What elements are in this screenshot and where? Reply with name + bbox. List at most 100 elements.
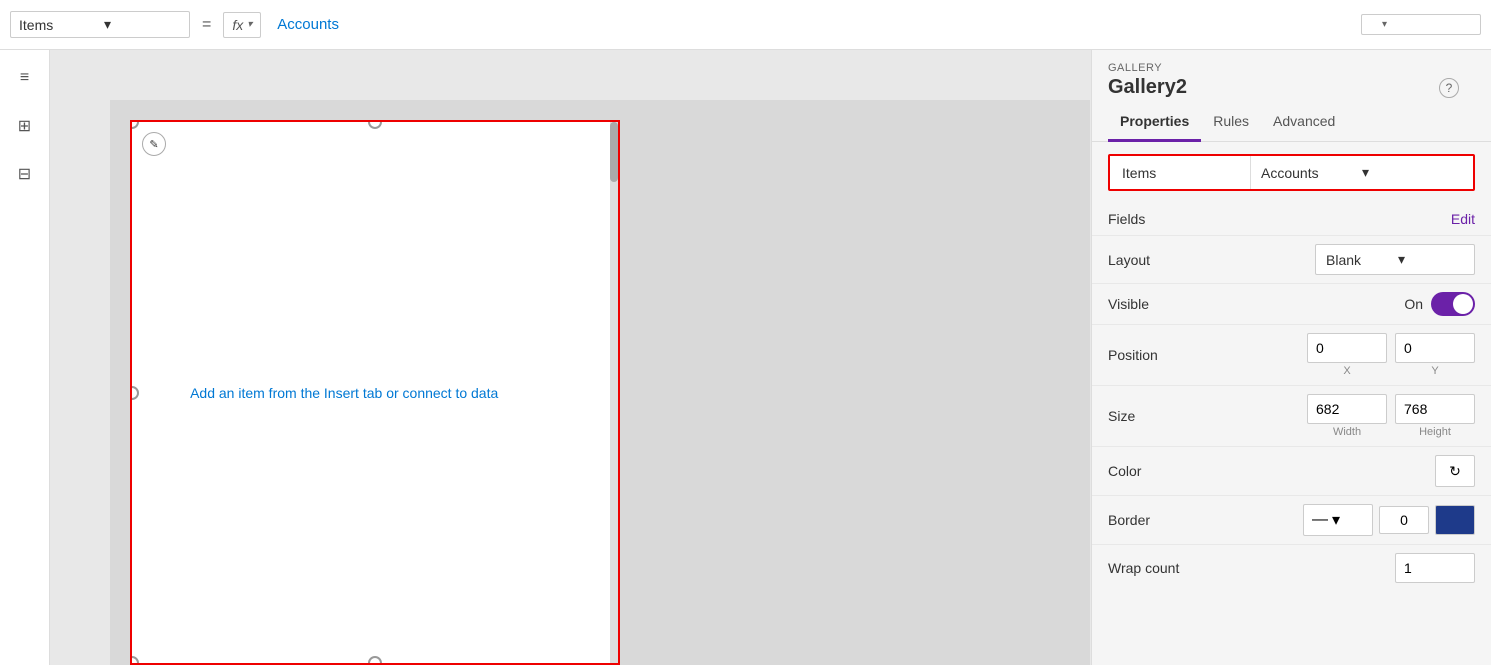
canvas-inner: ✎ Add an item from the Insert tab or con… [110,100,1090,665]
handle-bottom-center[interactable] [368,656,382,665]
grid-icon: ⊟ [18,164,31,184]
layout-label: Layout [1108,252,1248,268]
position-label: Position [1108,347,1248,363]
position-y-input[interactable] [1395,333,1475,363]
wrap-count-input[interactable] [1395,553,1475,583]
visible-row: Visible On [1092,284,1491,325]
position-y-group: Y [1395,333,1475,377]
layout-value: Blank [1326,252,1392,268]
size-label: Size [1108,408,1248,424]
fx-chevron-icon: ▾ [247,19,252,30]
panel-title: Gallery2 [1108,76,1187,99]
handle-top-left[interactable] [130,120,139,129]
items-row-label: Items [1110,157,1250,189]
tab-advanced[interactable]: Advanced [1261,103,1347,142]
layout-dropdown[interactable]: Blank ▾ [1315,244,1475,275]
position-inputs: X Y [1307,333,1475,377]
gallery-scrollbar-thumb[interactable] [610,122,618,182]
border-label: Border [1108,512,1248,528]
sidebar-icon-grid[interactable]: ⊟ [9,158,41,190]
color-label: Color [1108,463,1248,479]
items-value-label: Accounts [1261,165,1362,181]
sidebar-icon-hamburger[interactable]: ≡ [9,62,41,94]
visible-control: On [1248,292,1475,316]
layout-control: Blank ▾ [1248,244,1475,275]
right-dropdown[interactable]: ▾ [1361,14,1481,35]
items-value-dropdown[interactable]: Accounts ▾ [1250,156,1473,189]
top-bar-right: ▾ [1361,14,1481,35]
tab-rules[interactable]: Rules [1201,103,1261,142]
size-height-group: Height [1395,394,1475,438]
wrap-count-control [1248,553,1475,583]
gallery-scrollbar[interactable] [610,122,618,663]
gallery-empty-text: Add an item from the Insert tab or conne… [190,385,498,401]
panel-tabs: Properties Rules Advanced [1092,103,1491,142]
fx-label: fx [232,17,243,33]
border-width-input[interactable] [1379,506,1429,534]
size-control: Width Height [1248,394,1475,438]
right-panel: GALLERY Gallery2 ? Properties Rules Adva… [1091,50,1491,665]
top-bar: Items ▾ = fx ▾ Accounts ▾ [0,0,1491,50]
fx-button[interactable]: fx ▾ [223,12,261,38]
color-icon: ↻ [1449,463,1461,480]
canvas-area: ✎ Add an item from the Insert tab or con… [50,50,1091,665]
size-inputs: Width Height [1307,394,1475,438]
layout-row: Layout Blank ▾ [1092,236,1491,284]
border-row: Border — ▾ [1092,496,1491,545]
handle-middle-left[interactable] [130,386,139,400]
fields-label: Fields [1108,211,1451,227]
layout-chevron-icon: ▾ [1398,251,1464,268]
items-row: Items Accounts ▾ [1108,154,1475,191]
border-line-style: — [1312,511,1328,529]
sidebar-icon-layers[interactable]: ⊞ [9,110,41,142]
position-row: Position X Y [1092,325,1491,386]
items-dropdown-chevron: ▾ [1362,164,1463,181]
size-height-input[interactable] [1395,394,1475,424]
handle-bottom-left[interactable] [130,656,139,665]
right-dropdown-chevron: ▾ [1382,19,1387,30]
visible-toggle[interactable] [1431,292,1475,316]
panel-header-row: GALLERY Gallery2 ? [1108,62,1475,99]
handle-top-center[interactable] [368,120,382,129]
position-x-input[interactable] [1307,333,1387,363]
left-sidebar: ≡ ⊞ ⊟ [0,50,50,665]
position-control: X Y [1248,333,1475,377]
hamburger-icon: ≡ [20,69,29,87]
size-row: Size Width Height [1092,386,1491,447]
width-label: Width [1333,426,1361,438]
help-icon[interactable]: ? [1439,78,1459,98]
main-content: ≡ ⊞ ⊟ ✎ Add an it [0,50,1491,665]
fields-row: Fields Edit [1092,203,1491,236]
x-label: X [1343,365,1350,377]
items-dropdown-label: Items [19,17,96,33]
panel-header: GALLERY Gallery2 ? [1092,50,1491,103]
border-controls: — ▾ [1248,504,1475,536]
color-swatch-button[interactable]: ↻ [1435,455,1475,487]
wrap-count-row: Wrap count [1092,545,1491,591]
gallery-widget[interactable]: ✎ Add an item from the Insert tab or con… [130,120,620,665]
border-color-swatch[interactable] [1435,505,1475,535]
border-style-dropdown[interactable]: — ▾ [1303,504,1373,536]
tab-properties[interactable]: Properties [1108,103,1201,142]
items-chevron-icon: ▾ [104,16,181,33]
border-style-chevron: ▾ [1332,510,1340,530]
fields-edit-link[interactable]: Edit [1451,211,1475,227]
position-x-group: X [1307,333,1387,377]
formula-value: Accounts [269,16,347,33]
layers-icon: ⊞ [18,116,31,136]
items-dropdown[interactable]: Items ▾ [10,11,190,38]
visible-label: Visible [1108,296,1248,312]
color-control: ↻ [1248,455,1475,487]
y-label: Y [1431,365,1438,377]
wrap-count-label: Wrap count [1108,560,1248,576]
panel-body: Items Accounts ▾ Fields Edit Layout Blan… [1092,142,1491,665]
size-width-group: Width [1307,394,1387,438]
color-row: Color ↻ [1092,447,1491,496]
size-width-input[interactable] [1307,394,1387,424]
panel-section-label: GALLERY [1108,62,1187,74]
height-label: Height [1419,426,1451,438]
visible-on-label: On [1404,296,1423,312]
toggle-container: On [1404,292,1475,316]
equals-sign: = [198,16,215,34]
edit-pen-button[interactable]: ✎ [142,132,166,156]
